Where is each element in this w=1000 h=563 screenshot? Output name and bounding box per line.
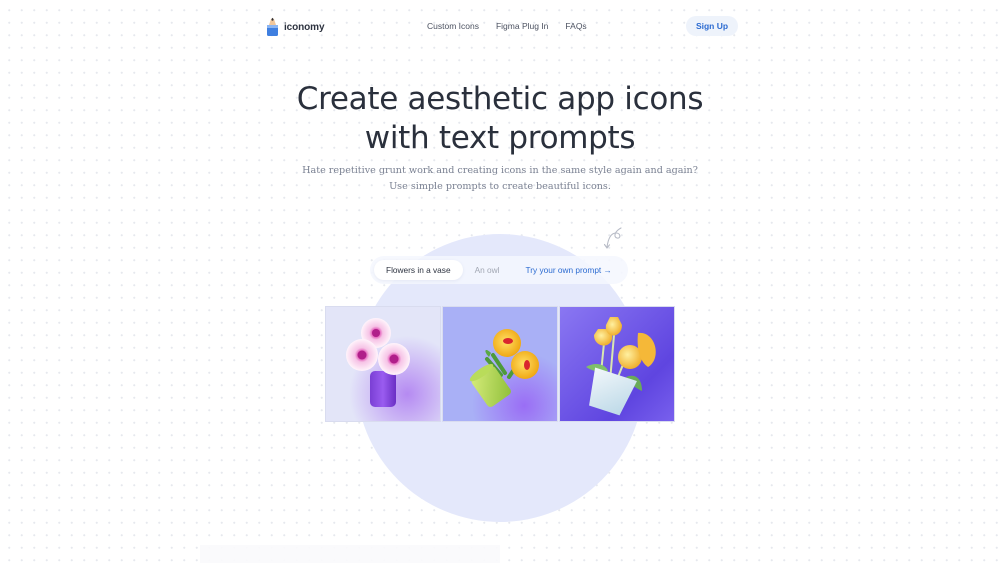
hero-subtitle-line1: Hate repetitive grunt work and creating … [302, 165, 698, 176]
hero-subtitle: Hate repetitive grunt work and creating … [0, 163, 1000, 195]
tab-an-owl[interactable]: An owl [463, 260, 512, 280]
bottom-panel [200, 545, 500, 563]
hero-title-line2: with text prompts [364, 120, 636, 156]
hero-subtitle-line2: Use simple prompts to create beautiful i… [389, 181, 611, 192]
gallery-image-flower-pot [559, 306, 675, 422]
icon-gallery [325, 306, 675, 422]
gallery-image-bouquet [442, 306, 558, 422]
curly-arrow-icon [603, 227, 622, 249]
pencil-logo-icon [264, 17, 280, 37]
nav-links: Custom Icons Figma Plug In FAQs [427, 21, 587, 31]
gallery-image-flowers-in-vase [325, 306, 441, 422]
nav-link-figma-plugin[interactable]: Figma Plug In [496, 21, 548, 31]
top-nav: iconomy Custom Icons Figma Plug In FAQs … [264, 15, 738, 39]
sign-up-button[interactable]: Sign Up [686, 16, 738, 36]
nav-link-custom-icons[interactable]: Custom Icons [427, 21, 479, 31]
nav-link-faqs[interactable]: FAQs [565, 21, 586, 31]
hero-title: Create aesthetic app icons with text pro… [0, 80, 1000, 158]
hero-title-line1: Create aesthetic app icons [296, 81, 704, 117]
logo[interactable]: iconomy [264, 17, 325, 37]
try-own-prompt-link[interactable]: Try your own prompt → [511, 260, 611, 280]
logo-text: iconomy [284, 21, 325, 33]
prompt-tabs: Flowers in a vase An owl Try your own pr… [370, 256, 628, 284]
tab-flowers-in-a-vase[interactable]: Flowers in a vase [374, 260, 463, 280]
